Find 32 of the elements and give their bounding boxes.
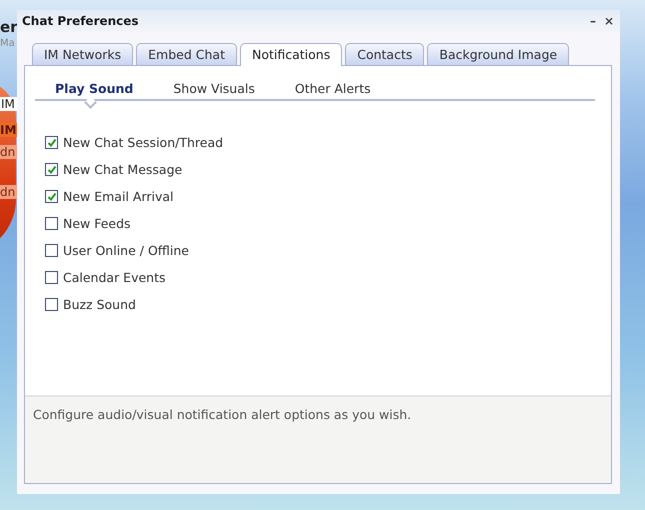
checkbox-label: Calendar Events xyxy=(63,270,166,285)
tab[interactable]: Background Image xyxy=(427,43,570,65)
subtab[interactable]: Show Visuals xyxy=(173,81,275,99)
background-text: IM xyxy=(0,123,17,137)
tab[interactable]: Embed Chat xyxy=(136,43,237,65)
checkbox[interactable] xyxy=(45,298,58,311)
checkbox-label: New Feeds xyxy=(63,216,131,231)
checkbox[interactable] xyxy=(45,136,58,149)
subtab[interactable]: Play Sound xyxy=(55,81,154,99)
tab[interactable]: IM Networks xyxy=(32,43,134,65)
checkbox[interactable] xyxy=(45,217,58,230)
subtab[interactable]: Other Alerts xyxy=(294,81,391,99)
window-title: Chat Preferences xyxy=(22,14,139,28)
checkbox[interactable] xyxy=(45,244,58,257)
checkbox[interactable] xyxy=(45,271,58,284)
background-text: dn xyxy=(0,145,17,159)
close-button[interactable]: × xyxy=(604,14,614,28)
checkbox-label: User Online / Offline xyxy=(63,243,189,258)
background-text: IM xyxy=(0,97,17,111)
checkbox[interactable] xyxy=(45,190,58,203)
checkbox[interactable] xyxy=(45,163,58,176)
minimize-button[interactable]: – xyxy=(590,14,596,28)
tab[interactable]: Contacts xyxy=(345,43,424,65)
background-text: er xyxy=(0,18,17,36)
hint-text: Configure audio/visual notification alert options as you wish. xyxy=(33,407,412,422)
checkbox-label: Buzz Sound xyxy=(63,297,136,312)
checkbox-label: New Chat Message xyxy=(63,162,182,177)
background-text: dn xyxy=(0,185,17,199)
checkbox-label: New Email Arrival xyxy=(63,189,174,204)
tab[interactable]: Notifications xyxy=(240,43,342,66)
background-text: Ma xyxy=(0,38,16,49)
checkbox-label: New Chat Session/Thread xyxy=(63,135,224,150)
